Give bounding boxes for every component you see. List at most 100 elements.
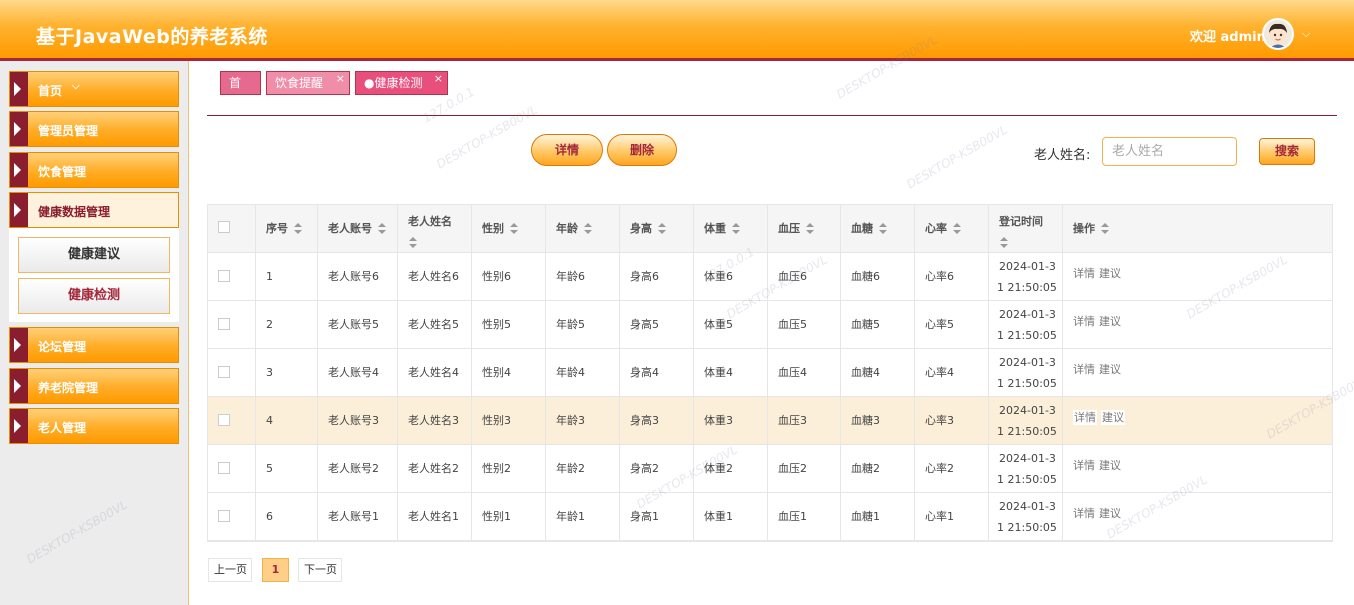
column-header-height[interactable]: 身高: [620, 205, 694, 252]
column-header-no[interactable]: 序号: [256, 205, 318, 252]
row-checkbox[interactable]: [218, 366, 230, 378]
cell-blood-sugar: 血糖3: [841, 397, 915, 444]
column-header-account[interactable]: 老人账号: [318, 205, 398, 252]
sidebar-item-label: 饮食管理: [38, 165, 87, 179]
cell-name: 老人姓名6: [398, 253, 472, 300]
column-header-blood-pressure[interactable]: 血压: [768, 205, 841, 252]
cell-blood-sugar: 血糖6: [841, 253, 915, 300]
column-header-gender[interactable]: 性别: [472, 205, 546, 252]
sort-icon[interactable]: [1100, 223, 1110, 235]
sidebar-item-health-data-management[interactable]: 健康数据管理: [9, 192, 179, 228]
cell-blood-sugar: 血糖4: [841, 349, 915, 396]
triangle-right-icon: [10, 153, 28, 187]
cell-name: 老人姓名5: [398, 301, 472, 348]
tab-label: ●健康检测: [364, 76, 423, 90]
watermark-text: DESKTOP-KSB00VL: [904, 122, 1010, 192]
cell-name: 老人姓名4: [398, 349, 472, 396]
cell-no: 6: [256, 493, 318, 540]
row-checkbox[interactable]: [218, 414, 230, 426]
sort-icon[interactable]: [952, 223, 962, 235]
table-row[interactable]: 2 老人账号5 老人姓名5 性别5 年龄5 身高5 体重5 血压5 血糖5 心率5 2024-01-…: [208, 301, 1332, 349]
column-header-heart-rate[interactable]: 心率: [915, 205, 989, 252]
user-menu-chevron-down-icon[interactable]: ⌵: [1302, 27, 1310, 41]
sidebar-item-nursing-home-management[interactable]: 养老院管理: [9, 368, 179, 404]
sidebar-item-home[interactable]: 首页 ⌵: [9, 71, 179, 107]
sidebar-item-label: 首页: [38, 84, 63, 98]
search-button[interactable]: 搜索: [1259, 138, 1315, 165]
row-advice-link[interactable]: 建议: [1099, 363, 1121, 376]
row-checkbox[interactable]: [218, 318, 230, 330]
row-detail-link[interactable]: 详情: [1073, 267, 1095, 280]
page-number-button[interactable]: 1: [262, 558, 289, 582]
row-detail-link[interactable]: 详情: [1073, 459, 1095, 472]
column-header-weight[interactable]: 体重: [694, 205, 768, 252]
cell-heart-rate: 心率1: [915, 493, 989, 540]
sort-icon[interactable]: [805, 223, 815, 235]
sort-icon[interactable]: [377, 223, 387, 235]
table-row[interactable]: 1 老人账号6 老人姓名6 性别6 年龄6 身高6 体重6 血压6 血糖6 心率6 2024-01-…: [208, 253, 1332, 301]
tab-home[interactable]: 首页: [220, 71, 261, 112]
row-advice-link[interactable]: 建议: [1099, 459, 1121, 472]
row-advice-link[interactable]: 建议: [1101, 410, 1125, 425]
column-header-register-time[interactable]: 登记时间: [989, 205, 1063, 252]
cell-blood-pressure: 血压2: [768, 445, 841, 492]
column-header-blood-sugar[interactable]: 血糖: [841, 205, 915, 252]
table-row[interactable]: 3 老人账号4 老人姓名4 性别4 年龄4 身高4 体重4 血压4 血糖4 心率4 2024-01-…: [208, 349, 1332, 397]
row-checkbox[interactable]: [218, 462, 230, 474]
cell-age: 年龄4: [546, 349, 620, 396]
cell-account: 老人账号5: [318, 301, 398, 348]
select-all-checkbox[interactable]: [218, 221, 230, 233]
detail-button[interactable]: 详情: [531, 134, 603, 166]
cell-no: 3: [256, 349, 318, 396]
row-select-cell: [208, 445, 256, 492]
tab-diet-reminder[interactable]: 饮食提醒 ×: [266, 71, 350, 95]
prev-page-button[interactable]: 上一页: [208, 558, 252, 582]
close-icon[interactable]: ×: [336, 68, 345, 90]
row-advice-link[interactable]: 建议: [1099, 267, 1121, 280]
column-header-age[interactable]: 年龄: [546, 205, 620, 252]
cell-heart-rate: 心率6: [915, 253, 989, 300]
sidebar-item-diet-management[interactable]: 饮食管理: [9, 152, 179, 188]
sort-icon[interactable]: [583, 223, 593, 235]
cell-register-time: 2024-01-3 1 21:50:05: [989, 397, 1063, 444]
row-detail-link[interactable]: 详情: [1073, 363, 1095, 376]
cell-register-time: 2024-01-3 1 21:50:05: [989, 445, 1063, 492]
table-row[interactable]: 4 老人账号3 老人姓名3 性别3 年龄3 身高3 体重3 血压3 血糖3 心率3 2024-01-…: [208, 397, 1332, 445]
submenu-item-health-check[interactable]: 健康检测: [18, 278, 170, 314]
next-page-button[interactable]: 下一页: [298, 558, 342, 582]
sort-icon[interactable]: [293, 223, 303, 235]
search-input[interactable]: [1102, 137, 1237, 166]
table-row[interactable]: 5 老人账号2 老人姓名2 性别2 年龄2 身高2 体重2 血压2 血糖2 心率2 2024-01-…: [208, 445, 1332, 493]
row-checkbox[interactable]: [218, 270, 230, 282]
row-detail-link[interactable]: 详情: [1073, 410, 1097, 425]
row-checkbox[interactable]: [218, 510, 230, 522]
close-icon[interactable]: ×: [434, 68, 443, 90]
sort-icon[interactable]: [408, 237, 418, 249]
column-header-name[interactable]: 老人姓名: [398, 205, 472, 252]
row-detail-link[interactable]: 详情: [1073, 507, 1095, 520]
cell-register-time: 2024-01-3 1 21:50:05: [989, 493, 1063, 540]
sort-icon[interactable]: [657, 223, 667, 235]
row-detail-link[interactable]: 详情: [1073, 315, 1095, 328]
delete-button[interactable]: 删除: [607, 134, 677, 166]
sidebar-item-elderly-management[interactable]: 老人管理: [9, 408, 179, 444]
row-advice-link[interactable]: 建议: [1099, 507, 1121, 520]
search-label: 老人姓名:: [1034, 148, 1091, 163]
cell-blood-pressure: 血压5: [768, 301, 841, 348]
sidebar-item-forum-management[interactable]: 论坛管理: [9, 327, 179, 363]
user-avatar[interactable]: [1262, 18, 1294, 50]
sort-icon[interactable]: [878, 223, 888, 235]
cell-blood-pressure: 血压1: [768, 493, 841, 540]
table-row[interactable]: 6 老人账号1 老人姓名1 性别1 年龄1 身高1 体重1 血压1 血糖1 心率1 2024-01-…: [208, 493, 1332, 541]
cell-gender: 性别2: [472, 445, 546, 492]
tab-health-check[interactable]: ●健康检测 ×: [355, 71, 448, 95]
health-submenu: 健康建议 健康检测: [9, 228, 179, 322]
sort-icon[interactable]: [731, 223, 741, 235]
row-advice-link[interactable]: 建议: [1099, 315, 1121, 328]
submenu-item-health-advice[interactable]: 健康建议: [18, 237, 170, 273]
column-header-actions[interactable]: 操作: [1063, 205, 1332, 252]
cell-register-time: 2024-01-3 1 21:50:05: [989, 253, 1063, 300]
sort-icon[interactable]: [509, 223, 519, 235]
sort-icon[interactable]: [999, 237, 1009, 249]
sidebar-item-admin-management[interactable]: 管理员管理: [9, 111, 179, 147]
